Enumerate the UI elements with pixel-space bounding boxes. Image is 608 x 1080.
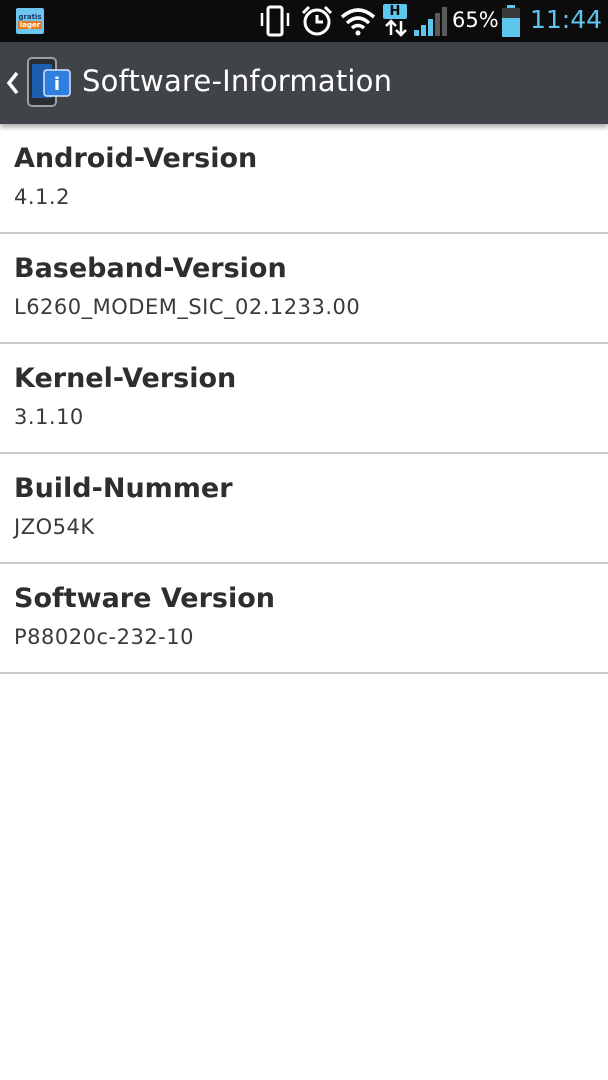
notification-text-2: lager [17,21,43,29]
item-title: Software Version [14,583,275,614]
signal-icon [414,7,447,36]
software-info-icon: i [27,57,71,107]
list-item-kernel-version[interactable]: Kernel-Version 3.1.10 [0,344,608,454]
item-value: L6260_MODEM_SIC_02.1233.00 [14,295,361,319]
up-navigation[interactable]: i [0,42,76,124]
wifi-icon [340,8,376,36]
item-title: Baseband-Version [14,253,287,284]
list-item-baseband-version[interactable]: Baseband-Version L6260_MODEM_SIC_02.1233… [0,234,608,344]
vibrate-icon [260,5,290,37]
list-item-android-version[interactable]: Android-Version 4.1.2 [0,124,608,234]
app-notification-icon: gratis lager [16,8,44,34]
item-value: 4.1.2 [14,185,70,209]
item-title: Android-Version [14,143,258,174]
data-arrows-icon: H [383,4,409,38]
alarm-icon [301,5,333,36]
page-title: Software-Information [82,64,393,98]
svg-text:i: i [54,74,60,95]
network-type-label: H [383,4,407,19]
info-list: Android-Version 4.1.2 Baseband-Version L… [0,124,608,674]
battery-percent: 65% [452,8,499,32]
battery-icon [502,5,520,37]
list-item-software-version[interactable]: Software Version P88020c-232-10 [0,564,608,674]
status-bar: gratis lager H 65% 11:44 [0,0,608,42]
notification-text-1: gratis [18,13,42,21]
item-value: JZO54K [14,515,95,539]
item-title: Kernel-Version [14,363,237,394]
action-bar: i Software-Information [0,42,608,124]
list-item-build-number[interactable]: Build-Nummer JZO54K [0,454,608,564]
item-value: P88020c-232-10 [14,625,194,649]
status-clock: 11:44 [530,5,603,34]
item-value: 3.1.10 [14,405,84,429]
back-chevron-icon[interactable] [6,70,20,96]
item-title: Build-Nummer [14,473,233,504]
